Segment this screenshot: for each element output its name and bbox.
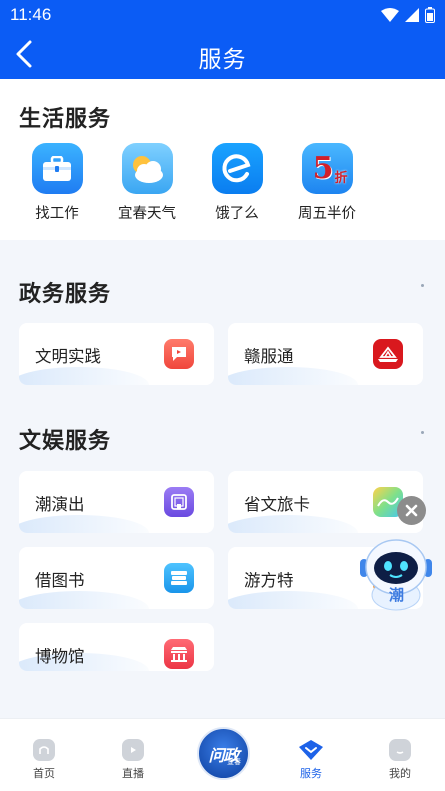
gov-services-title: 政务服务: [19, 282, 112, 307]
friday-badge-number: 5: [312, 151, 334, 186]
card-wave: [19, 591, 149, 609]
nav-center-subtext: 宜春: [227, 758, 241, 766]
card-trendy-shows[interactable]: 潮演出: [19, 471, 214, 533]
weather-icon: [121, 143, 173, 194]
nav-label: 首页: [33, 767, 55, 780]
card-wave: [228, 515, 358, 533]
nav-label: 我的: [389, 767, 411, 780]
card-civilization-practice[interactable]: 文明实践: [19, 323, 214, 385]
card-museum[interactable]: 博物馆: [19, 623, 214, 671]
card-travel-card[interactable]: 省文旅卡: [228, 471, 423, 533]
nav-label: 直播: [122, 767, 144, 780]
friday-half-price-icon: 5 折: [301, 143, 353, 194]
life-services-section: 生活服务 找工作 宜春天气 饿了么 5 折 周五半价: [0, 79, 445, 240]
card-ganfutong[interactable]: 赣服通: [228, 323, 423, 385]
section-dot: [421, 431, 424, 434]
card-label: 博物馆: [35, 647, 85, 666]
flag-icon: [164, 339, 194, 369]
card-wave: [19, 367, 149, 385]
life-item-label: 找工作: [35, 206, 79, 222]
status-bar: 11:46: [0, 0, 445, 30]
home-icon: [33, 739, 55, 761]
nav-label: 服务: [300, 767, 322, 780]
ganfutong-icon: [373, 339, 403, 369]
card-label: 游方特: [244, 571, 294, 590]
ent-services-title: 文娱服务: [19, 429, 112, 454]
stage-icon: [164, 487, 194, 517]
live-icon: [122, 739, 144, 761]
profile-icon: [389, 739, 411, 761]
bottom-nav: 首页 直播 问政 宜春 服务 我的: [0, 718, 445, 791]
card-wave: [228, 591, 358, 609]
status-time: 11:46: [10, 5, 52, 24]
card-label: 潮演出: [35, 495, 85, 514]
friday-badge-text: 折: [334, 171, 348, 186]
nav-home[interactable]: 首页: [14, 739, 74, 781]
life-item-friday-half-price[interactable]: 5 折 周五半价: [282, 143, 372, 223]
card-label: 文明实践: [35, 347, 101, 366]
nav-service[interactable]: 服务: [281, 739, 341, 781]
briefcase-icon: [31, 143, 83, 194]
robot-badge: 潮: [389, 586, 405, 604]
battery-icon: [425, 7, 435, 23]
card-label: 借图书: [35, 571, 85, 590]
close-icon: [405, 504, 418, 517]
app-header: 服务: [0, 30, 445, 79]
card-wave: [228, 367, 358, 385]
life-services-title: 生活服务: [19, 107, 112, 132]
life-item-job[interactable]: 找工作: [12, 143, 102, 223]
card-wave: [19, 515, 149, 533]
card-borrow-books[interactable]: 借图书: [19, 547, 214, 609]
nav-live[interactable]: 直播: [103, 739, 163, 781]
life-item-eleme[interactable]: 饿了么: [192, 143, 282, 223]
status-icons: [381, 7, 435, 23]
assistant-robot[interactable]: 潮: [356, 535, 436, 611]
card-label: 省文旅卡: [244, 495, 310, 514]
wifi-icon: [381, 8, 399, 22]
close-float-button[interactable]: [397, 496, 426, 525]
life-services-grid: 找工作 宜春天气 饿了么 5 折 周五半价: [12, 143, 372, 223]
signal-icon: [405, 8, 419, 22]
card-label: 赣服通: [244, 347, 294, 366]
museum-icon: [164, 639, 194, 669]
service-icon: [299, 740, 323, 760]
books-icon: [164, 563, 194, 593]
nav-center-wenzheng-button[interactable]: 问政 宜春: [197, 727, 250, 780]
section-dot: [421, 284, 424, 287]
life-item-label: 周五半价: [298, 206, 356, 222]
life-item-weather[interactable]: 宜春天气: [102, 143, 192, 223]
eleme-icon: [211, 143, 263, 194]
page-title: 服务: [198, 47, 247, 73]
nav-profile[interactable]: 我的: [370, 739, 430, 781]
life-item-label: 宜春天气: [118, 206, 176, 222]
life-item-label: 饿了么: [215, 206, 259, 222]
